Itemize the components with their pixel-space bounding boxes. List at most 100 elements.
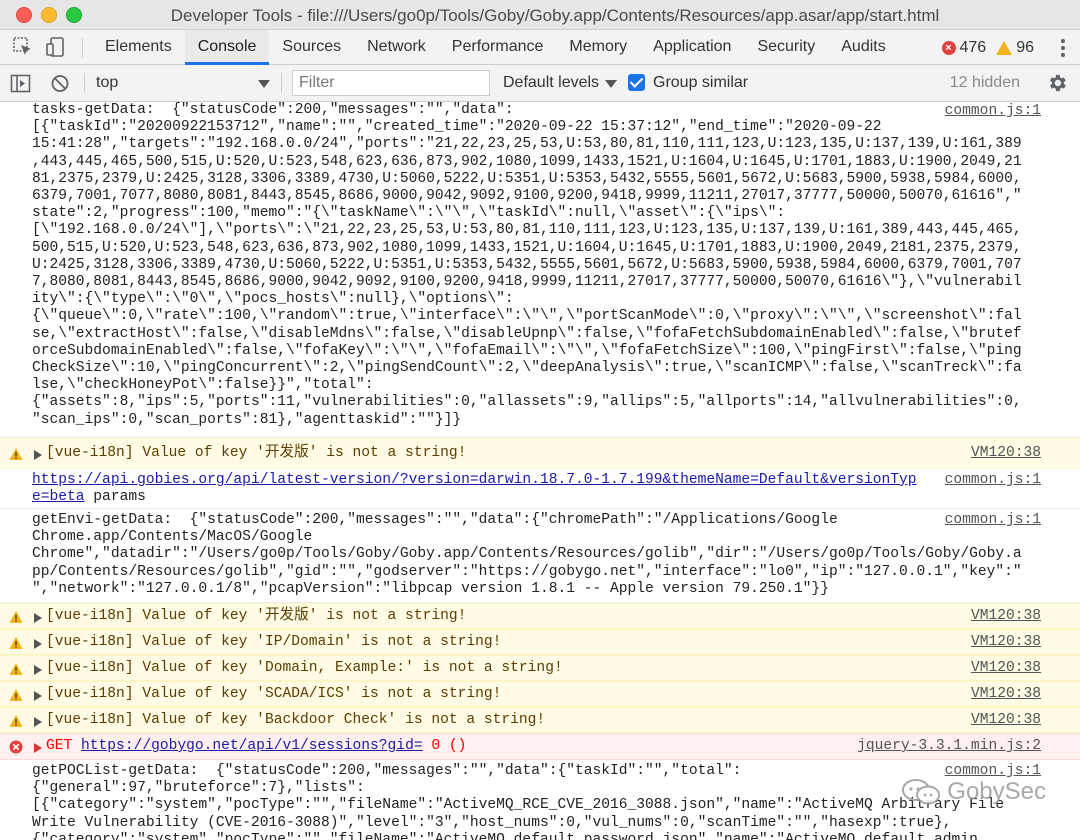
- expand-caret-icon[interactable]: [34, 450, 42, 460]
- title-bar: Developer Tools - file:///Users/go0p/Too…: [0, 0, 1080, 30]
- message-line: {"assets":8,"ips":5,"ports":11,"vulnerab…: [32, 394, 1022, 411]
- warning-message: [vue-i18n] Value of key 'SCADA/ICS' is n…: [0, 681, 1080, 707]
- toolbar-divider: [82, 38, 83, 58]
- message-line: state":2,"progress":100,"memo":"{\"taskN…: [32, 205, 786, 222]
- source-link[interactable]: common.js:1: [945, 472, 1041, 489]
- message-text: [vue-i18n] Value of key 'SCADA/ICS' is n…: [46, 686, 502, 702]
- window-title: Developer Tools - file:///Users/go0p/Too…: [170, 6, 940, 25]
- show-sidebar-icon[interactable]: [10, 73, 32, 95]
- message-text: https://api.gobies.org/api/latest-versio…: [0, 472, 1080, 506]
- chevron-down-icon[interactable]: [605, 80, 617, 88]
- source-link[interactable]: VM120:38: [971, 634, 1041, 651]
- http-method: GET: [46, 738, 82, 754]
- hidden-count: 12 hidden: [949, 74, 1020, 91]
- request-url-link[interactable]: https://gobygo.net/api/v1/sessions?gid=: [81, 738, 423, 754]
- message-line: CheckSize\":10,\"pingConcurrent\":2,\"pi…: [32, 360, 1022, 377]
- message-line: ","network":"127.0.0.1/8","pcapVersion":…: [32, 580, 829, 597]
- chevron-down-icon[interactable]: [258, 80, 270, 88]
- group-similar-checkbox[interactable]: [628, 74, 645, 91]
- message-text: [vue-i18n] Value of key 'Domain, Example…: [46, 660, 563, 676]
- source-link[interactable]: common.js:1: [945, 103, 1041, 120]
- group-similar-label[interactable]: Group similar: [653, 74, 748, 92]
- tab-audits[interactable]: Audits: [828, 30, 898, 65]
- error-icon: [9, 740, 23, 754]
- message-line: 7,8080,8081,8443,8545,8686,9000,9042,909…: [32, 274, 1022, 291]
- message-line: Write Vulnerability (CVE-2016-3088)","le…: [32, 814, 952, 831]
- inspect-element-icon[interactable]: [12, 36, 34, 58]
- message-line: [\"192.168.0.0/24\"],\"ports\":\"21,22,2…: [32, 222, 1022, 239]
- source-link[interactable]: VM120:38: [971, 445, 1041, 462]
- toolbar-divider: [281, 73, 282, 93]
- message-line: lse,\"checkHoneyPot\":false}}","total":: [32, 377, 374, 394]
- device-toolbar-icon[interactable]: [46, 36, 68, 58]
- expand-caret-icon[interactable]: [34, 691, 42, 701]
- tab-performance[interactable]: Performance: [439, 30, 557, 65]
- message-line: tasks-getData: {"statusCode":200,"messag…: [32, 102, 514, 118]
- message-line: 15:41:28","targets":"192.168.0.0/24","po…: [32, 136, 1022, 153]
- tab-elements[interactable]: Elements: [92, 30, 185, 65]
- console-output[interactable]: tasks-getData: {"statusCode":200,"messag…: [0, 102, 1080, 840]
- message-line: "scan_ips":0,"scan_ports":81},"agenttask…: [32, 411, 462, 428]
- request-url-link[interactable]: e=beta: [32, 489, 85, 505]
- message-line: ity\":{\"type\":\"0\",\"pocs_hosts\":nul…: [32, 291, 514, 308]
- warning-icon: [996, 40, 1013, 55]
- message-line: getEnvi-getData: {"statusCode":200,"mess…: [32, 512, 838, 528]
- message-text: [vue-i18n] Value of key 'IP/Domain' is n…: [46, 634, 502, 650]
- clear-console-icon[interactable]: [50, 73, 72, 95]
- more-options-icon[interactable]: [1060, 38, 1066, 58]
- message-line: {\"queue\":0,\"rate\":100,\"random\":tru…: [32, 308, 1022, 325]
- message-line: pp/Contents/Resources/golib","gid":"","g…: [32, 563, 1022, 580]
- warning-message: [vue-i18n] Value of key 'IP/Domain' is n…: [0, 629, 1080, 655]
- tab-application[interactable]: Application: [640, 30, 744, 65]
- message-line: U:2425,3128,3306,3389,4730,U:5060,5222,U…: [32, 256, 1022, 273]
- source-link[interactable]: VM120:38: [971, 660, 1041, 677]
- message-line: {"general":97,"bruteforce":7},"lists":: [32, 780, 365, 797]
- message-text: [vue-i18n] Value of key '开发版' is not a s…: [46, 608, 467, 624]
- devtools-tab-bar: Elements Console Sources Network Perform…: [0, 30, 1080, 65]
- gear-icon[interactable]: [1046, 72, 1068, 94]
- error-message: GET https://gobygo.net/api/v1/sessions?g…: [0, 733, 1080, 760]
- source-link[interactable]: VM120:38: [971, 608, 1041, 625]
- tab-network[interactable]: Network: [354, 30, 439, 65]
- message-line: Chrome.app/Contents/MacOS/Google: [32, 529, 313, 546]
- watermark-text: GobySec: [947, 778, 1046, 805]
- message-line: [{"category":"system","pocType":"","file…: [32, 797, 1005, 814]
- context-selector[interactable]: top: [96, 74, 118, 92]
- expand-caret-icon[interactable]: [34, 639, 42, 649]
- tab-sources[interactable]: Sources: [269, 30, 354, 65]
- checkmark-icon: [629, 74, 644, 88]
- tab-security[interactable]: Security: [744, 30, 828, 65]
- warning-icon: [9, 689, 23, 701]
- message-line: 81,2375,2379,U:2425,3128,3306,3389,4730,…: [32, 170, 1022, 187]
- expand-caret-icon[interactable]: [34, 665, 42, 675]
- console-toolbar: top Default levels Group similar 12 hidd…: [0, 65, 1080, 102]
- tab-memory[interactable]: Memory: [556, 30, 640, 65]
- request-url-link[interactable]: https://api.gobies.org/api/latest-versio…: [32, 472, 917, 488]
- source-link[interactable]: VM120:38: [971, 712, 1041, 729]
- message-line: {"category":"system","pocType":"","fileN…: [32, 831, 978, 840]
- warning-message: [vue-i18n] Value of key 'Domain, Example…: [0, 655, 1080, 681]
- console-message: https://api.gobies.org/api/latest-versio…: [0, 469, 1080, 509]
- warning-message: [vue-i18n] Value of key 'Backdoor Check'…: [0, 707, 1080, 733]
- warning-icon: [9, 637, 23, 649]
- source-link[interactable]: VM120:38: [971, 686, 1041, 703]
- warning-message: [vue-i18n] Value of key '开发版' is not a s…: [0, 603, 1080, 629]
- tab-console[interactable]: Console: [184, 30, 270, 65]
- expand-caret-icon[interactable]: [34, 717, 42, 727]
- filter-input[interactable]: [292, 70, 490, 96]
- expand-caret-icon[interactable]: [34, 613, 42, 623]
- source-link[interactable]: common.js:1: [945, 512, 1041, 529]
- message-text: tasks-getData: {"statusCode":200,"messag…: [0, 102, 1080, 429]
- message-line: 6379,7001,7077,8080,8081,8443,8545,8686,…: [32, 188, 1022, 205]
- log-levels-dropdown[interactable]: Default levels: [503, 74, 599, 92]
- warning-message: [vue-i18n] Value of key '开发版' is not a s…: [0, 438, 1080, 469]
- message-line: 500,515,U:520,U:523,548,623,636,873,902,…: [32, 239, 1022, 256]
- source-link[interactable]: jquery-3.3.1.min.js:2: [857, 738, 1041, 755]
- watermark: GobySec: [901, 778, 1046, 806]
- message-tail: params: [84, 489, 146, 506]
- expand-caret-icon[interactable]: [34, 743, 42, 753]
- error-count: 476: [959, 38, 987, 56]
- warning-icon: [9, 715, 23, 727]
- warning-icon: [9, 663, 23, 675]
- issue-counts[interactable]: × 476 96: [941, 30, 1034, 65]
